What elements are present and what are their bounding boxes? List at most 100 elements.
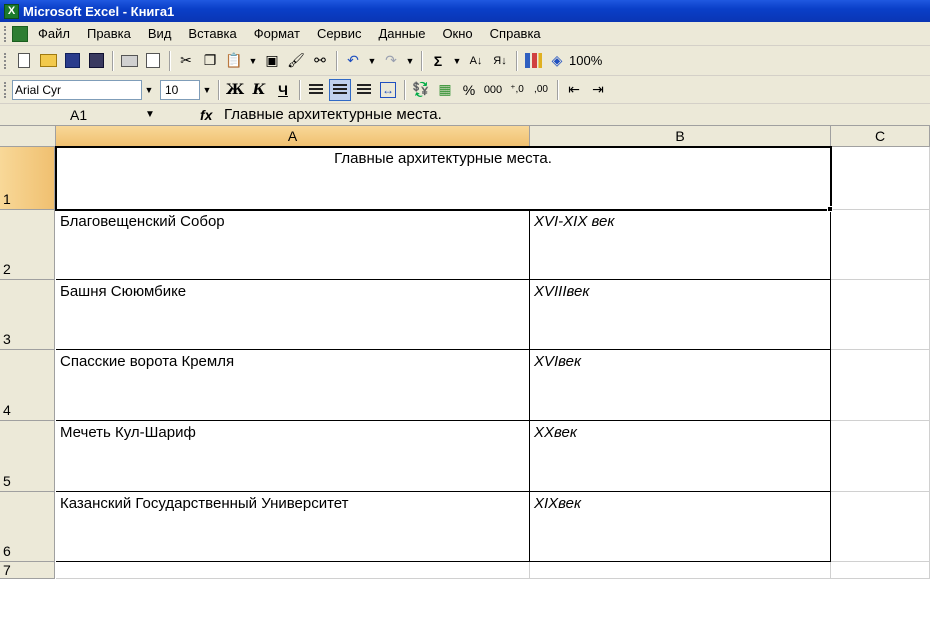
column-header-c[interactable]: C (831, 126, 930, 147)
cell-c3[interactable] (831, 280, 930, 350)
merge-center-button[interactable]: ↔ (377, 79, 399, 101)
cell-c5[interactable] (831, 421, 930, 492)
insert-function-icon[interactable]: fx (200, 107, 220, 123)
cell-b2[interactable]: XVI-XIX век (530, 210, 831, 280)
font-size-dropdown-icon[interactable]: ▼ (200, 85, 214, 95)
copy-button[interactable]: ❐ (199, 50, 221, 72)
cell-b6[interactable]: XIXвек (530, 492, 831, 562)
sort-descending-button[interactable]: Я↓ (489, 50, 511, 72)
align-center-button[interactable] (329, 78, 351, 101)
cell-c6[interactable] (831, 492, 930, 562)
name-box[interactable]: A1 ▼ (0, 105, 155, 125)
font-dropdown-icon[interactable]: ▼ (142, 85, 156, 95)
column-header-a[interactable]: A (56, 126, 530, 147)
cell-b5[interactable]: XXвек (530, 421, 831, 492)
print-button[interactable] (118, 50, 140, 72)
decrease-indent-icon: ⇤ (568, 81, 580, 97)
cell-a4[interactable]: Спасские ворота Кремля (56, 350, 530, 421)
underline-button[interactable]: Ч (272, 79, 294, 101)
menu-file[interactable]: Файл (38, 26, 70, 41)
workbook-icon[interactable] (12, 25, 28, 42)
cell-a5[interactable]: Мечеть Кул-Шариф (56, 421, 530, 492)
paste-dropdown-icon[interactable]: ▼ (246, 56, 260, 66)
open-button[interactable] (37, 50, 59, 72)
cell-a1[interactable]: Главные архитектурные места. (56, 147, 831, 210)
row-header-5[interactable]: 5 (0, 421, 55, 492)
cell-b4[interactable]: XVIвек (530, 350, 831, 421)
printer-icon (120, 54, 138, 67)
row-header-3[interactable]: 3 (0, 280, 55, 350)
formula-input[interactable]: Главные архитектурные места. (224, 106, 442, 123)
sort-descending-icon: Я↓ (493, 54, 507, 67)
align-left-button[interactable] (305, 79, 327, 101)
menu-help[interactable]: Справка (490, 26, 541, 41)
chart-wizard-button[interactable] (522, 50, 544, 72)
cell-c2[interactable] (831, 210, 930, 280)
permission-button[interactable] (85, 50, 107, 72)
drawing-button[interactable]: ◈ (546, 50, 568, 72)
percent-button[interactable]: % (458, 79, 480, 101)
thousands-button[interactable]: 000 (482, 79, 504, 101)
merge-center-icon: ↔ (380, 81, 396, 98)
cell-a7[interactable] (56, 562, 530, 579)
row-header-7[interactable]: 7 (0, 562, 55, 579)
column-header-b[interactable]: B (530, 126, 831, 147)
copy-icon: ❐ (203, 52, 217, 68)
autosum-button[interactable]: Σ (427, 50, 449, 72)
new-button[interactable] (13, 50, 35, 72)
cell-c4[interactable] (831, 350, 930, 421)
research-button[interactable]: ⚯ (309, 50, 331, 72)
menu-window[interactable]: Окно (442, 26, 472, 41)
clipboard-button[interactable]: ▣ (261, 50, 283, 72)
menu-insert[interactable]: Вставка (188, 26, 236, 41)
menu-view[interactable]: Вид (148, 26, 172, 41)
font-name-box[interactable]: Arial Cyr (12, 79, 142, 100)
paste-button[interactable]: 📋 (223, 50, 245, 72)
menu-edit[interactable]: Правка (87, 26, 131, 41)
row-header-4[interactable]: 4 (0, 350, 55, 421)
italic-button[interactable]: К (248, 79, 270, 101)
increase-indent-button[interactable]: ⇥ (587, 79, 609, 101)
font-size-box[interactable]: 10 (160, 79, 200, 100)
cell-a6[interactable]: Казанский Государственный Университет (56, 492, 530, 562)
format-painter-button[interactable]: 🖌 (285, 50, 307, 72)
cell-c7[interactable] (831, 562, 930, 579)
decrease-indent-button[interactable]: ⇤ (563, 79, 585, 101)
undo-dropdown-icon[interactable]: ▼ (365, 56, 379, 66)
align-right-button[interactable] (353, 79, 375, 101)
redo-dropdown-icon[interactable]: ▼ (403, 56, 417, 66)
decrease-decimal-button[interactable]: ,00 (530, 79, 552, 101)
increase-decimal-button[interactable]: ⁺,0 (506, 79, 528, 101)
brush-icon: 🖌 (287, 52, 305, 68)
cut-button[interactable]: ✂ (175, 50, 197, 72)
menu-format[interactable]: Формат (254, 26, 300, 41)
menu-data[interactable]: Данные (378, 26, 425, 41)
cell-a2[interactable]: Благовещенский Собор (56, 210, 530, 280)
cell-b3[interactable]: XVIIIвек (530, 280, 831, 350)
format-toolbar-grip[interactable] (4, 81, 8, 98)
select-all-corner[interactable] (0, 126, 56, 147)
excel-icon[interactable]: X (4, 3, 19, 19)
cell-a3[interactable]: Башня Сююмбике (56, 280, 530, 350)
row-header-1[interactable]: 1 (0, 147, 55, 210)
print-preview-button[interactable] (142, 50, 164, 72)
redo-button[interactable]: ↷ (380, 50, 402, 72)
bold-button[interactable]: Ж (224, 79, 246, 101)
zoom-box[interactable]: 100% (569, 53, 602, 68)
name-box-dropdown-icon[interactable]: ▼ (145, 109, 155, 120)
sort-ascending-button[interactable]: A↓ (465, 50, 487, 72)
euro-button[interactable]: ▦ (434, 79, 456, 101)
drawing-icon: ◈ (551, 52, 563, 68)
menu-grip[interactable] (4, 25, 8, 42)
row-header-2[interactable]: 2 (0, 210, 55, 280)
save-button[interactable] (61, 50, 83, 72)
toolbar-grip[interactable] (4, 52, 8, 69)
undo-button[interactable]: ↶ (342, 50, 364, 72)
row-header-6[interactable]: 6 (0, 492, 55, 562)
cell-b7[interactable] (530, 562, 831, 579)
menu-tools[interactable]: Сервис (317, 26, 362, 41)
currency-button[interactable]: 💱 (410, 79, 432, 101)
fill-handle[interactable] (827, 206, 833, 212)
cell-c1[interactable] (831, 147, 930, 210)
autosum-dropdown-icon[interactable]: ▼ (450, 56, 464, 66)
